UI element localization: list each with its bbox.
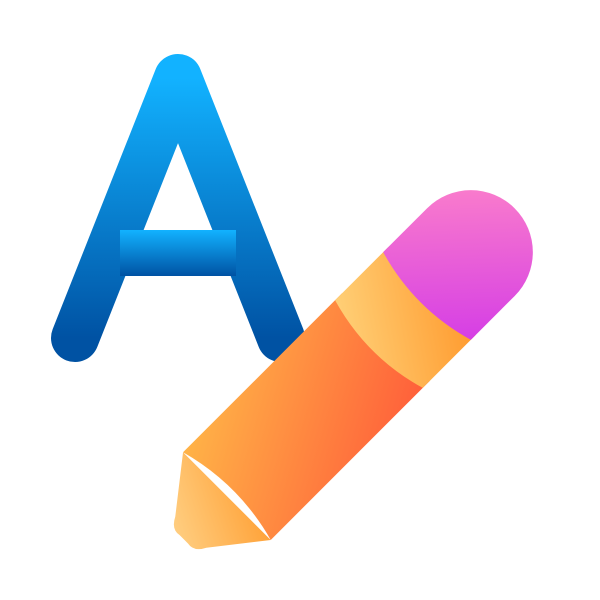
icon-canvas: [0, 0, 600, 600]
pencil-icon: [173, 190, 533, 550]
text-edit-icon: [51, 54, 533, 550]
letter-a-icon: [51, 54, 305, 362]
